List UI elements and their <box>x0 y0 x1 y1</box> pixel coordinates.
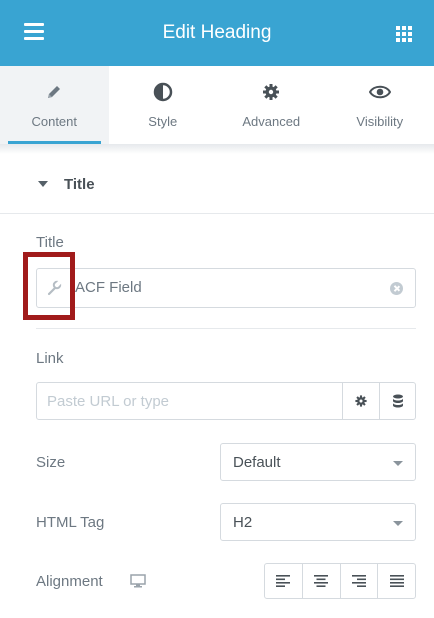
section-toggle-title[interactable]: Title <box>0 154 434 214</box>
panel-title: Edit Heading <box>162 22 272 43</box>
chevron-down-icon <box>393 521 403 526</box>
link-control <box>36 382 416 420</box>
title-value: ACF Field <box>75 279 142 296</box>
editor-tabs: Content Style Advanced Visibility <box>0 66 434 144</box>
tab-advanced[interactable]: Advanced <box>217 66 326 144</box>
widgets-grid-icon[interactable] <box>396 26 412 42</box>
tabs-shadow <box>0 144 434 154</box>
align-justify-button[interactable] <box>377 564 415 598</box>
link-options-button[interactable] <box>342 383 379 419</box>
size-select-value: Default <box>233 454 281 471</box>
gear-icon <box>355 395 367 407</box>
alignment-choices <box>264 563 416 599</box>
eye-icon <box>326 82 434 102</box>
link-url-input[interactable] <box>37 383 342 419</box>
pencil-icon <box>0 82 109 102</box>
tab-label: Advanced <box>242 114 301 129</box>
html-tag-field-label: HTML Tag <box>36 514 105 531</box>
alignment-field-label: Alignment <box>36 573 103 590</box>
clear-circle-icon[interactable] <box>390 282 403 295</box>
chevron-down-icon <box>393 461 403 466</box>
title-input[interactable]: ACF Field <box>36 268 416 308</box>
half-circle-icon <box>109 82 218 102</box>
tab-label: Style <box>148 114 178 129</box>
caret-down-icon <box>38 181 48 187</box>
tab-visibility[interactable]: Visibility <box>325 66 434 144</box>
align-right-button[interactable] <box>339 564 378 598</box>
tab-content[interactable]: Content <box>0 66 109 144</box>
desktop-icon[interactable] <box>130 574 146 593</box>
link-field-label: Link <box>36 350 64 367</box>
size-field-label: Size <box>36 454 66 471</box>
section-title: Title <box>64 176 95 193</box>
panel-header: Edit Heading <box>0 0 434 66</box>
dynamic-tags-button[interactable] <box>379 383 416 419</box>
align-center-button[interactable] <box>301 564 340 598</box>
align-justify-icon <box>389 575 404 587</box>
gear-icon <box>217 82 326 102</box>
wrench-icon[interactable] <box>45 279 63 297</box>
size-select[interactable]: Default <box>220 443 416 481</box>
tab-label: Content <box>31 114 78 129</box>
divider <box>36 328 416 329</box>
tab-label: Visibility <box>356 114 404 129</box>
tab-style[interactable]: Style <box>108 66 218 144</box>
html-tag-select-value: H2 <box>233 514 253 531</box>
database-icon <box>393 394 403 408</box>
align-left-button[interactable] <box>265 564 302 598</box>
align-right-icon <box>351 575 366 587</box>
title-field-label: Title <box>36 234 64 251</box>
align-left-icon <box>276 575 291 587</box>
html-tag-select[interactable]: H2 <box>220 503 416 541</box>
align-center-icon <box>314 575 329 587</box>
